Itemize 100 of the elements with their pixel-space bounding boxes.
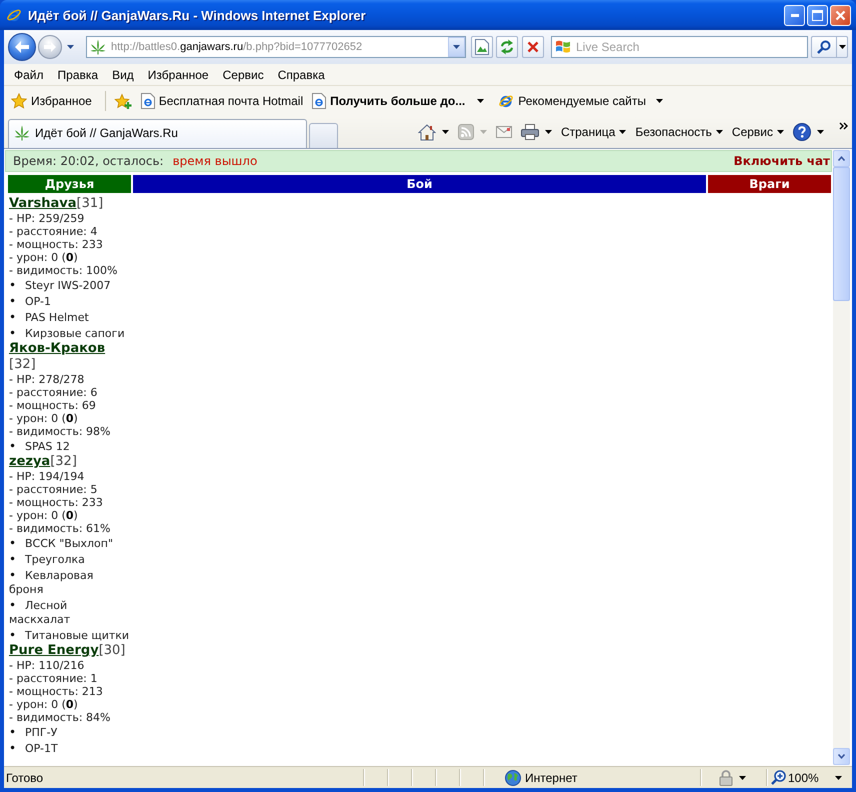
add-favorite-icon xyxy=(114,92,132,110)
print-button[interactable] xyxy=(520,124,553,140)
search-icon xyxy=(817,40,831,54)
more-commands-button[interactable] xyxy=(838,122,849,130)
search-field[interactable]: Live Search xyxy=(551,36,808,58)
player-stat: - видимость: 61% xyxy=(9,522,112,535)
minimize-icon xyxy=(790,14,798,16)
chat-toggle-link[interactable]: Включить чат xyxy=(734,154,830,168)
leaf-icon xyxy=(90,39,106,55)
caret-icon xyxy=(716,130,723,134)
home-button[interactable] xyxy=(416,124,450,140)
player-level: [32] xyxy=(9,357,36,372)
player-stat: - расстояние: 6 xyxy=(9,386,98,399)
equipment-item: • Steyr IWS-2007 xyxy=(9,279,112,293)
caret-icon xyxy=(477,99,484,103)
scroll-down-button[interactable] xyxy=(833,748,850,765)
window-title: Идёт бой // GanjaWars.Ru - Windows Internet Explorer xyxy=(28,8,367,22)
player-stat: - мощность: 213 xyxy=(9,685,104,698)
suggested-sites-link[interactable]: Рекомендуемые сайты xyxy=(497,91,664,111)
home-icon xyxy=(418,124,436,140)
equipment-item: • Лесной маскхалат xyxy=(9,599,72,627)
browser-tab[interactable]: Идёт бой // GanjaWars.Ru xyxy=(8,119,307,148)
menu-item[interactable]: Сервис xyxy=(216,66,271,84)
equipment-item: • Кевларовая броня xyxy=(9,569,94,597)
minimize-button[interactable] xyxy=(784,4,805,26)
player-stat: - HP: 194/194 xyxy=(9,470,86,483)
search-options-button[interactable] xyxy=(836,36,848,58)
ie-logo-icon xyxy=(6,7,22,23)
menu-item[interactable]: Правка xyxy=(50,66,106,84)
printer-icon xyxy=(520,124,539,140)
mail-icon xyxy=(496,126,512,138)
menu-item[interactable]: Файл xyxy=(7,66,51,84)
security-zone: Интернет xyxy=(525,770,578,784)
ie-logo-icon xyxy=(498,93,514,109)
picture-icon xyxy=(475,39,489,55)
leaf-icon xyxy=(14,125,30,141)
equipment-item: • OP-1 xyxy=(9,295,52,309)
menu-item[interactable]: Справка xyxy=(270,66,332,84)
menu-item[interactable]: Избранное xyxy=(140,66,216,84)
search-button[interactable] xyxy=(811,36,836,58)
player-stat: - урон: 0 (0) xyxy=(9,251,79,264)
menu-item[interactable]: Вид xyxy=(105,66,141,84)
caret-icon xyxy=(544,130,552,134)
refresh-button[interactable] xyxy=(496,36,518,58)
close-button[interactable] xyxy=(830,4,851,26)
favorites-link[interactable]: Бесплатная почта Hotmail xyxy=(140,91,304,111)
player-name-link[interactable]: zezya xyxy=(9,454,50,469)
caret-icon xyxy=(453,45,460,49)
player-name-link[interactable]: Pure Energy xyxy=(9,643,99,658)
equipment-item: • ВССК "Выхлоп" xyxy=(9,537,114,551)
scrollbar-thumb[interactable] xyxy=(833,167,850,301)
player-level: [30] xyxy=(98,643,126,658)
player-stat: - расстояние: 5 xyxy=(9,483,98,496)
player-stat: - видимость: 84% xyxy=(9,711,112,724)
command-menu[interactable]: Страница xyxy=(560,125,628,139)
player-stat: - мощность: 233 xyxy=(9,496,104,509)
player-stat: - расстояние: 1 xyxy=(9,672,98,685)
close-icon xyxy=(835,10,846,20)
player-name-link[interactable]: Яков-Краков xyxy=(9,341,106,356)
caret-icon xyxy=(66,45,74,49)
player-stat: - урон: 0 (0) xyxy=(9,509,79,522)
equipment-item: • Титановые щитки xyxy=(9,629,130,643)
help-button[interactable] xyxy=(792,123,825,141)
equipment-item: • Треуголка xyxy=(9,553,86,567)
player-stat: - урон: 0 (0) xyxy=(9,698,79,711)
caret-icon xyxy=(777,130,784,134)
web-slice-link[interactable]: Получить больше до... xyxy=(311,91,486,111)
maximize-button[interactable] xyxy=(807,4,828,26)
back-button[interactable] xyxy=(8,33,36,61)
caret-icon xyxy=(619,130,626,134)
command-menu[interactable]: Безопасность xyxy=(634,125,724,139)
stop-button[interactable] xyxy=(522,36,544,58)
zoom-icon xyxy=(771,770,786,785)
stop-icon xyxy=(527,41,539,53)
caret-icon xyxy=(656,99,663,103)
mail-button[interactable] xyxy=(494,126,513,138)
caret-icon xyxy=(739,776,746,780)
chevron-up-icon xyxy=(838,156,845,161)
page-view-button[interactable] xyxy=(471,36,493,58)
star-icon xyxy=(11,93,27,109)
protected-mode-button[interactable] xyxy=(719,770,746,786)
web-page-icon xyxy=(140,93,155,109)
player-stat: - урон: 0 (0) xyxy=(9,412,79,425)
refresh-icon xyxy=(499,39,515,55)
caret-icon xyxy=(838,45,846,49)
player-name-link[interactable]: Varshava xyxy=(9,196,77,211)
caret-icon xyxy=(834,776,842,780)
player-stat: - HP: 110/216 xyxy=(9,659,86,672)
lock-icon xyxy=(719,770,733,786)
favorites-button[interactable]: Избранное xyxy=(10,91,93,111)
timer-value: время вышло xyxy=(172,154,258,168)
player-level: [31] xyxy=(76,196,104,211)
address-dropdown-button[interactable] xyxy=(448,37,465,57)
zoom-button[interactable]: 100% xyxy=(771,770,842,785)
feed-icon xyxy=(458,124,474,140)
caret-icon xyxy=(480,130,487,134)
player-stat: - видимость: 98% xyxy=(9,425,112,438)
scroll-up-button[interactable] xyxy=(833,150,850,167)
command-menu[interactable]: Сервис xyxy=(730,125,785,139)
url-text[interactable]: http://battles0.ganjawars.ru/b.php?bid=1077702652 xyxy=(111,41,448,53)
